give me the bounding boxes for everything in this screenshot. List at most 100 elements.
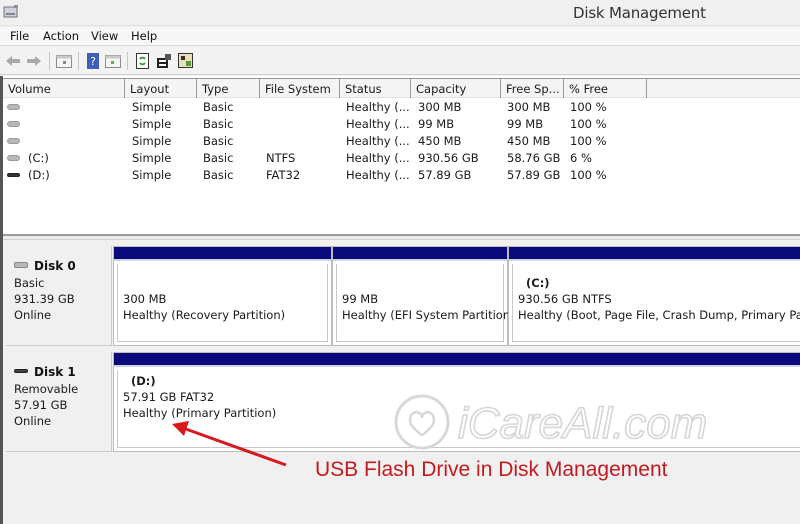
properties-icon[interactable] bbox=[155, 52, 173, 70]
volume-free: 300 MB bbox=[507, 100, 551, 114]
volume-layout: Simple bbox=[132, 151, 172, 165]
removable-disk-icon bbox=[14, 369, 28, 373]
menu-action[interactable]: Action bbox=[43, 29, 79, 43]
volume-pct-free: 100 % bbox=[570, 134, 607, 148]
volume-capacity: 99 MB bbox=[418, 117, 455, 131]
rescan-disks-icon[interactable] bbox=[177, 52, 195, 70]
volume-status: Healthy (... bbox=[346, 117, 410, 131]
volume-pct-free: 100 % bbox=[570, 117, 607, 131]
partition-bar bbox=[114, 247, 331, 261]
disk-state: Online bbox=[14, 414, 52, 428]
volume-fs: NTFS bbox=[266, 151, 296, 165]
volume-type: Basic bbox=[203, 168, 234, 182]
column-header-file-system[interactable]: File System bbox=[260, 79, 340, 98]
disk-size: 931.39 GB bbox=[14, 292, 75, 306]
volume-free: 99 MB bbox=[507, 117, 544, 131]
refresh-icon[interactable] bbox=[133, 52, 151, 70]
menu-file[interactable]: File bbox=[10, 29, 29, 43]
title-bar: Disk Management bbox=[0, 0, 800, 26]
partition-efi[interactable]: 99 MB Healthy (EFI System Partition) bbox=[332, 246, 515, 346]
disk-volume-icon bbox=[7, 121, 20, 127]
column-header-free-space[interactable]: Free Sp... bbox=[501, 79, 564, 98]
disk-volume-icon bbox=[7, 104, 20, 110]
volume-layout: Simple bbox=[132, 168, 172, 182]
column-header-volume[interactable]: Volume bbox=[3, 79, 125, 98]
back-icon[interactable] bbox=[4, 52, 22, 70]
volume-row[interactable]: (D:) Simple Basic FAT32 Healthy (... 57.… bbox=[3, 167, 800, 184]
partition-status: Healthy (EFI System Partition) bbox=[342, 308, 515, 322]
toolbar-separator bbox=[49, 52, 50, 70]
partition-status: Healthy (Primary Partition) bbox=[123, 406, 277, 420]
toolbar-separator bbox=[78, 52, 79, 70]
partition-drive-letter: (D:) bbox=[131, 374, 156, 388]
partition-size: 57.91 GB FAT32 bbox=[123, 390, 215, 404]
forward-icon[interactable] bbox=[25, 52, 43, 70]
disk-state: Online bbox=[14, 308, 52, 322]
column-header-empty bbox=[647, 79, 800, 98]
toolbar: ? bbox=[0, 47, 800, 75]
disk-size: 57.91 GB bbox=[14, 398, 68, 412]
column-header-capacity[interactable]: Capacity bbox=[411, 79, 501, 98]
volume-status: Healthy (... bbox=[346, 100, 410, 114]
volume-capacity: 450 MB bbox=[418, 134, 462, 148]
volume-type: Basic bbox=[203, 134, 234, 148]
volume-row[interactable]: Simple Basic Healthy (... 99 MB 99 MB 10… bbox=[3, 116, 800, 133]
volume-status: Healthy (... bbox=[346, 134, 410, 148]
partition-status: Healthy (Recovery Partition) bbox=[123, 308, 286, 322]
volume-pct-free: 6 % bbox=[570, 151, 592, 165]
volume-capacity: 300 MB bbox=[418, 100, 462, 114]
show-hide-console-tree-icon[interactable] bbox=[55, 52, 73, 70]
volume-row[interactable]: Simple Basic Healthy (... 300 MB 300 MB … bbox=[3, 99, 800, 116]
window-title: Disk Management bbox=[573, 4, 706, 22]
volume-fs: FAT32 bbox=[266, 168, 301, 182]
disk-type: Basic bbox=[14, 276, 45, 290]
volume-status: Healthy (... bbox=[346, 151, 410, 165]
volume-status: Healthy (... bbox=[346, 168, 410, 182]
volume-layout: Simple bbox=[132, 100, 172, 114]
menu-bar: File Action View Help bbox=[0, 27, 800, 46]
partition-c[interactable]: (C:) 930.56 GB NTFS Healthy (Boot, Page … bbox=[508, 246, 800, 346]
disk-volume-icon bbox=[7, 155, 20, 161]
column-header-percent-free[interactable]: % Free bbox=[564, 79, 647, 98]
partition-recovery[interactable]: 300 MB Healthy (Recovery Partition) bbox=[113, 246, 332, 346]
volume-name: (C:) bbox=[28, 151, 49, 165]
volume-list-header: Volume Layout Type File System Status Ca… bbox=[3, 78, 800, 98]
menu-view[interactable]: View bbox=[91, 29, 118, 43]
volume-free: 57.89 GB bbox=[507, 168, 561, 182]
volume-row[interactable]: (C:) Simple Basic NTFS Healthy (... 930.… bbox=[3, 150, 800, 167]
disk-volume-icon bbox=[7, 138, 20, 144]
help-icon[interactable]: ? bbox=[84, 52, 102, 70]
volume-layout: Simple bbox=[132, 134, 172, 148]
hard-disk-icon bbox=[14, 262, 28, 268]
volume-type: Basic bbox=[203, 117, 234, 131]
column-header-type[interactable]: Type bbox=[197, 79, 260, 98]
volume-row[interactable]: Simple Basic Healthy (... 450 MB 450 MB … bbox=[3, 133, 800, 150]
volume-free: 450 MB bbox=[507, 134, 551, 148]
toolbar-separator bbox=[127, 52, 128, 70]
partition-d[interactable]: (D:) 57.91 GB FAT32 Healthy (Primary Par… bbox=[113, 352, 800, 452]
partition-bar bbox=[509, 247, 800, 261]
partition-size: 930.56 GB NTFS bbox=[518, 292, 612, 306]
mmc-content: Volume Layout Type File System Status Ca… bbox=[0, 76, 800, 524]
column-header-status[interactable]: Status bbox=[340, 79, 411, 98]
disk-1-label[interactable]: Disk 1 Removable 57.91 GB Online bbox=[6, 352, 112, 452]
partition-status: Healthy (Boot, Page File, Crash Dump, Pr… bbox=[518, 308, 800, 322]
disk-management-icon bbox=[3, 5, 18, 18]
volume-capacity: 930.56 GB bbox=[418, 151, 479, 165]
partition-bar bbox=[114, 353, 800, 367]
disk-type: Removable bbox=[14, 382, 79, 396]
column-header-layout[interactable]: Layout bbox=[125, 79, 197, 98]
disk-0-label[interactable]: Disk 0 Basic 931.39 GB Online bbox=[6, 246, 112, 346]
partition-size: 300 MB bbox=[123, 292, 167, 306]
volume-free: 58.76 GB bbox=[507, 151, 561, 165]
menu-help[interactable]: Help bbox=[131, 29, 157, 43]
disk-name: Disk 0 bbox=[34, 259, 76, 273]
partition-size: 99 MB bbox=[342, 292, 379, 306]
volume-capacity: 57.89 GB bbox=[418, 168, 472, 182]
volume-list: Volume Layout Type File System Status Ca… bbox=[3, 76, 800, 234]
partition-drive-letter: (C:) bbox=[526, 276, 550, 290]
volume-type: Basic bbox=[203, 100, 234, 114]
volume-pct-free: 100 % bbox=[570, 100, 607, 114]
show-hide-action-pane-icon[interactable] bbox=[104, 52, 122, 70]
volume-pct-free: 100 % bbox=[570, 168, 607, 182]
